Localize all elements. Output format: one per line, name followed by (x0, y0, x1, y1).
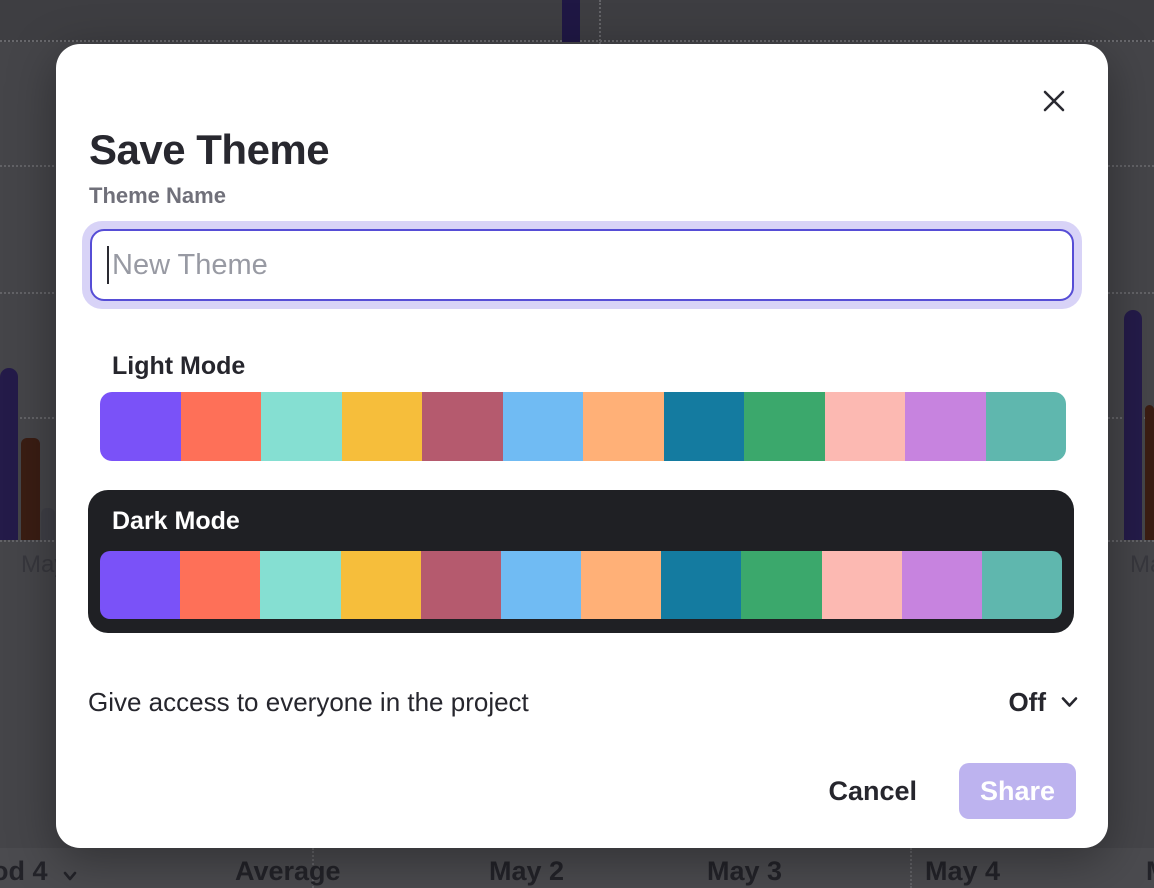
palette-swatch (421, 551, 501, 619)
palette-swatch (661, 551, 741, 619)
palette-swatch (260, 551, 340, 619)
background-bar (562, 0, 580, 42)
theme-name-field-frame (90, 229, 1074, 301)
palette-swatch (583, 392, 664, 461)
save-theme-dialog: Save Theme Theme Name Light Mode Dark Mo… (56, 44, 1108, 848)
palette-swatch (982, 551, 1062, 619)
light-mode-palette (100, 392, 1066, 461)
background-x-label: May 2 (489, 856, 564, 887)
palette-swatch (905, 392, 986, 461)
background-x-label: Average (235, 856, 341, 887)
background-x-label: May 4 (925, 856, 1000, 887)
chevron-down-icon (1046, 696, 1078, 708)
background-x-label: M (1146, 856, 1154, 887)
cancel-button[interactable]: Cancel (828, 776, 917, 807)
background-x-label: May 3 (707, 856, 782, 887)
theme-name-input[interactable] (92, 231, 1072, 299)
dark-mode-panel: Dark Mode (88, 490, 1074, 633)
palette-swatch (825, 392, 906, 461)
palette-swatch (181, 392, 262, 461)
palette-swatch (664, 392, 745, 461)
palette-swatch (342, 392, 423, 461)
theme-name-label: Theme Name (89, 183, 226, 209)
dark-mode-label: Dark Mode (112, 507, 240, 536)
background-column-separator (599, 0, 601, 44)
palette-swatch (741, 551, 821, 619)
background-x-label: Ma (1130, 551, 1154, 579)
dialog-footer: Cancel Share (828, 763, 1076, 819)
screen: May Ma od 4 Average May 2 May 3 May 4 M … (0, 0, 1154, 888)
palette-swatch (100, 392, 181, 461)
background-bar (1124, 310, 1142, 540)
background-bar (41, 508, 55, 540)
access-label: Give access to everyone in the project (88, 687, 529, 718)
chevron-down-icon (62, 868, 78, 884)
palette-swatch (341, 551, 421, 619)
background-bar (1145, 405, 1154, 540)
palette-swatch (100, 551, 180, 619)
dark-mode-palette (100, 551, 1062, 619)
light-mode-label: Light Mode (112, 352, 245, 381)
palette-swatch (422, 392, 503, 461)
access-dropdown[interactable]: Off (1008, 687, 1078, 718)
access-row: Give access to everyone in the project O… (88, 680, 1078, 724)
input-focus-ring (82, 221, 1082, 309)
palette-swatch (986, 392, 1067, 461)
dialog-title: Save Theme (89, 126, 329, 174)
palette-swatch (503, 392, 584, 461)
palette-swatch (902, 551, 982, 619)
background-column-separator (910, 848, 912, 888)
text-caret (107, 246, 109, 284)
palette-swatch (822, 551, 902, 619)
period-selector-label: od 4 (0, 856, 48, 887)
close-button[interactable] (1036, 84, 1072, 120)
palette-swatch (261, 392, 342, 461)
background-bar (0, 368, 18, 540)
palette-swatch (581, 551, 661, 619)
palette-swatch (501, 551, 581, 619)
palette-swatch (744, 392, 825, 461)
share-button[interactable]: Share (959, 763, 1076, 819)
close-icon (1040, 87, 1068, 118)
background-bar (21, 438, 40, 540)
palette-swatch (180, 551, 260, 619)
access-value: Off (1008, 687, 1046, 718)
